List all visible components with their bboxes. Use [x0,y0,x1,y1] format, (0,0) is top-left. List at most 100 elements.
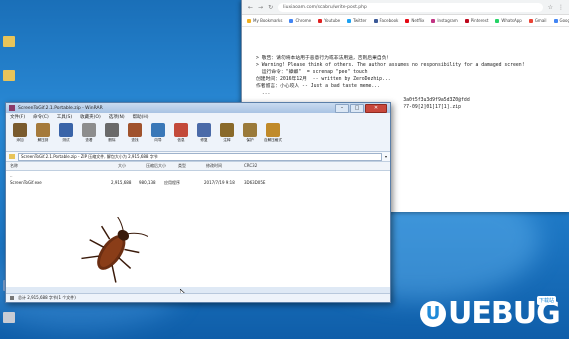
forward-icon[interactable]: → [258,4,263,11]
bookmark-item[interactable]: Netflix [405,18,424,23]
bookmark-label: Pinterest [470,18,489,23]
watermark-tag: 下载站 [537,296,557,305]
file-crc: 3D63D05E [244,180,266,185]
col-type[interactable]: 类型 [178,163,186,169]
menu-icon[interactable]: ⋮ [558,4,564,11]
menu-bar: 文件(F) 命令(C) 工具(S) 收藏夹(O) 选项(N) 帮助(H) [6,113,390,121]
toolbar-button[interactable]: 信息 [171,123,191,149]
bookmark-icon [347,18,352,23]
toolbar-button[interactable]: 解压到 [33,123,53,149]
folder-icon [3,36,15,47]
desktop-icon[interactable] [2,312,16,330]
star-icon[interactable]: ☆ [548,4,553,11]
bookmark-icon [405,18,410,23]
bookmark-label: Facebook [379,18,399,23]
desktop-icon[interactable] [2,36,16,54]
bookmark-item[interactable]: Google [553,18,569,23]
bookmark-icon [318,18,323,23]
menu-item[interactable]: 工具(S) [57,114,72,120]
tool-icon [36,123,50,137]
toolbar-button[interactable]: 自解压格式 [263,123,283,149]
col-packed[interactable]: 压缩后大小 [146,163,166,169]
tool-icon [266,123,280,137]
tool-icon [151,123,165,137]
logo-badge: U [420,300,446,327]
title-bar: ScreenToGif.2.1.Portable.zip - WinRAR – … [6,103,390,113]
watermark-logo: U UEBUG 下载站 [420,296,561,331]
file-packed: 980,138 [139,180,156,185]
menu-item[interactable]: 命令(C) [33,114,49,120]
col-crc[interactable]: CRC32 [244,163,257,168]
maximize-button[interactable]: □ [350,103,364,113]
tool-label: 注释 [223,138,231,142]
url-input[interactable]: liuxiaoam.com/scabru/write-post.php [278,2,543,12]
path-bar: ScreenToGif.2.1.Portable.zip - ZIP 压缩文件,… [6,152,390,162]
bookmark-icon [247,18,251,23]
bookmark-label: Twitter [353,18,367,23]
bookmark-item[interactable]: Chrome [289,18,311,23]
bookmark-item[interactable]: Instagram [431,18,458,23]
menu-item[interactable]: 帮助(H) [133,114,149,120]
cockroach-icon [81,217,148,283]
col-size[interactable]: 大小 [118,163,126,169]
menu-item[interactable]: 文件(F) [10,114,25,120]
toolbar-button[interactable]: 删除 [102,123,122,149]
column-header: 名称 大小 压缩后大小 类型 修改时间 CRC32 [6,162,390,171]
bookmark-icon [528,18,533,23]
bookmark-item[interactable]: WhatsApp [495,18,522,23]
menu-item[interactable]: 选项(N) [109,114,125,120]
bookmarks-bar: My Bookmarks Chrome Youtube Twitter Facebook… [242,15,569,27]
tool-icon [82,123,96,137]
col-modified[interactable]: 修改时间 [206,163,222,169]
tool-icon [105,123,119,137]
content-line: > 敬告：请勿将本站用于恶意行为或非法用途，否则后果自负！ [256,56,392,61]
tool-icon [174,123,188,137]
bookmark-item[interactable]: Gmail [528,18,547,23]
tool-label: 自解压格式 [264,138,282,142]
bookmark-icon [464,18,469,23]
toolbar-button[interactable]: 注释 [217,123,237,149]
bookmark-item[interactable]: Twitter [347,18,367,23]
menu-item[interactable]: 收藏夹(O) [80,114,101,120]
tool-label: 解压到 [37,138,49,142]
table-row[interactable]: ScreenToGif.exe 2,915,688 980,138 应用程序 2… [6,179,390,186]
bookmark-item[interactable]: Youtube [318,18,340,23]
bookmark-icon [289,18,294,23]
reload-icon[interactable]: ↻ [268,4,273,11]
tool-label: 修复 [200,138,208,142]
toolbar-button[interactable]: 查看 [79,123,99,149]
bookmark-label: Instagram [437,18,458,23]
dropdown-icon[interactable]: ▾ [385,154,387,159]
bookmark-item[interactable]: Facebook [373,18,399,23]
toolbar-button[interactable]: 修复 [194,123,214,149]
tool-label: 查找 [131,138,139,142]
content-line: > Warning! Please think of others. The a… [256,63,525,68]
path-field[interactable]: ScreenToGif.2.1.Portable.zip - ZIP 压缩文件,… [18,152,382,161]
bookmark-label: Google [559,18,569,23]
desktop-icon[interactable] [2,70,16,88]
toolbar-button[interactable]: 保护 [240,123,260,149]
close-button[interactable]: ✕ [365,103,387,113]
toolbar-button[interactable]: 查找 [125,123,145,149]
bookmark-item[interactable]: My Bookmarks [247,18,282,23]
bookmark-label: WhatsApp [501,18,522,23]
tool-icon [128,123,142,137]
content-line: ... [256,91,271,96]
app-icon [3,312,15,323]
toolbar-button[interactable]: 向导 [148,123,168,149]
tool-label: 向导 [154,138,162,142]
toolbar-button[interactable]: 测试 [56,123,76,149]
tool-label: 删除 [108,138,116,142]
minimize-button[interactable]: – [335,103,349,113]
back-icon[interactable]: ← [248,4,253,11]
bookmark-icon [495,18,500,23]
up-folder-icon[interactable] [9,154,15,159]
table-row[interactable]: .. [6,172,390,179]
file-name: ScreenToGif.exe [10,180,42,185]
bookmark-item[interactable]: Pinterest [464,18,489,23]
file-list: .. ScreenToGif.exe 2,915,688 980,138 应用程… [6,171,390,298]
toolbar-button[interactable]: 添加 [10,123,30,149]
window-title: ScreenToGif.2.1.Portable.zip - WinRAR [18,105,103,111]
winrar-window: ScreenToGif.2.1.Portable.zip - WinRAR – … [5,102,391,303]
col-name[interactable]: 名称 [10,163,18,169]
